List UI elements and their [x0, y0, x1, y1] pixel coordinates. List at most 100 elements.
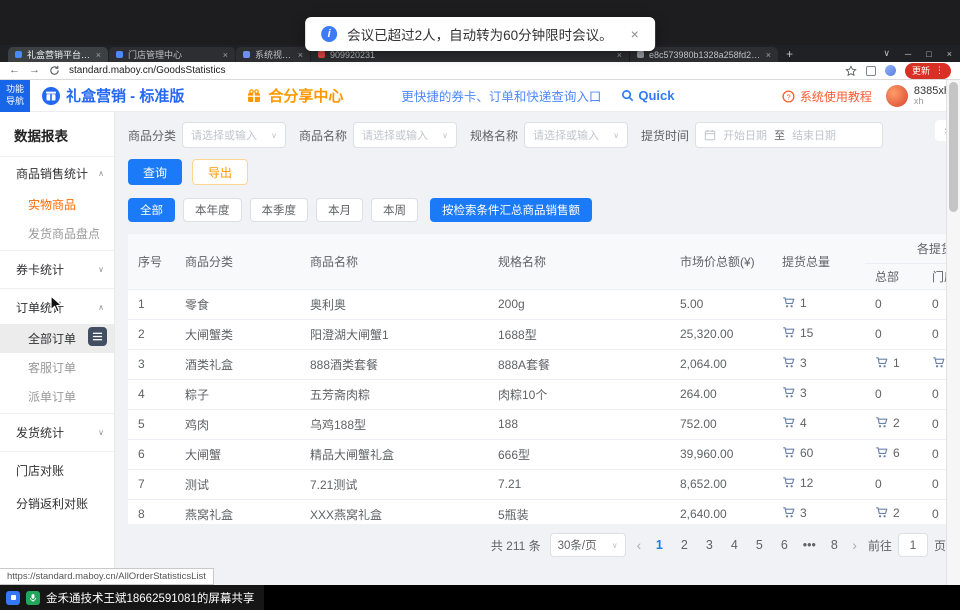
- tab-search-icon[interactable]: ∨: [883, 48, 890, 59]
- prev-page-button[interactable]: ‹: [635, 537, 644, 553]
- maximize-button[interactable]: □: [926, 49, 931, 59]
- scrollbar-thumb[interactable]: [949, 82, 958, 212]
- goto-page-input[interactable]: [898, 533, 928, 557]
- cart-icon[interactable]: [875, 506, 888, 519]
- export-button[interactable]: 导出: [192, 159, 248, 185]
- cart-icon[interactable]: [782, 446, 795, 459]
- cart-icon[interactable]: [782, 506, 795, 519]
- close-button[interactable]: ×: [947, 49, 952, 59]
- quick-filter-button[interactable]: 全部: [128, 198, 175, 222]
- toast-close-icon[interactable]: ×: [631, 26, 639, 42]
- user-menu[interactable]: 8385xh xh: [886, 85, 950, 107]
- sidebar-group-商品销售统计[interactable]: 商品销售统计∧: [0, 157, 114, 190]
- table-cell: 5瓶装: [488, 499, 670, 524]
- page-number[interactable]: 2: [677, 538, 691, 552]
- pickup-qty-cell: 0: [922, 499, 946, 524]
- minimize-button[interactable]: ─: [905, 49, 911, 59]
- next-page-button[interactable]: ›: [850, 537, 859, 553]
- quick-filter-button[interactable]: 本周: [371, 198, 418, 222]
- page-number[interactable]: 3: [702, 538, 716, 552]
- browser-tab[interactable]: 系统视频学习×: [236, 47, 310, 62]
- forward-button[interactable]: →: [29, 65, 40, 76]
- page-number[interactable]: 6: [777, 538, 791, 552]
- reload-button[interactable]: [49, 65, 60, 76]
- sidebar-group-分销返利对账[interactable]: 分销返利对账: [0, 487, 114, 520]
- gift-icon: [246, 88, 262, 104]
- pickup-qty-cell: 0: [922, 379, 946, 409]
- cart-icon[interactable]: [782, 296, 795, 309]
- table-cell: 200g: [488, 289, 670, 319]
- sidebar-group-券卡统计[interactable]: 券卡统计∨: [0, 253, 114, 286]
- tutorial-link[interactable]: ? 系统使用教程: [782, 88, 872, 105]
- cart-icon[interactable]: [782, 356, 795, 369]
- cart-icon[interactable]: [782, 386, 795, 399]
- page-number[interactable]: 1: [652, 538, 666, 552]
- filter-select-商品名称[interactable]: 请选择或输入∨: [353, 122, 457, 148]
- cart-icon[interactable]: [875, 356, 888, 369]
- cart-icon[interactable]: [932, 356, 945, 369]
- tab-close-icon[interactable]: ×: [96, 50, 101, 60]
- sidebar-title: 数据报表: [0, 112, 114, 157]
- table-cell: 五芳斋肉粽: [300, 379, 488, 409]
- page-size-select[interactable]: 30条/页 ∨: [550, 533, 626, 557]
- bookmark-star-icon[interactable]: [845, 65, 857, 77]
- cart-icon[interactable]: [782, 326, 795, 339]
- quick-filter-button[interactable]: 本年度: [183, 198, 242, 222]
- sub-col-header: 门店: [922, 263, 946, 289]
- quick-filter-button[interactable]: 本月: [316, 198, 363, 222]
- page-number[interactable]: 4: [727, 538, 741, 552]
- quick-search-link[interactable]: Quick: [621, 88, 674, 103]
- page-number[interactable]: 5: [752, 538, 766, 552]
- function-nav-line1: 功能: [6, 84, 24, 95]
- table-row: 7测试7.21测试7.218,652.001200: [128, 469, 946, 499]
- share-center-link[interactable]: 合分享中心: [246, 85, 343, 106]
- tab-close-icon[interactable]: ×: [617, 50, 622, 60]
- profile-avatar[interactable]: [885, 65, 896, 76]
- sidebar-item-发货商品盘点[interactable]: 发货商品盘点: [0, 219, 114, 248]
- filter-select-商品分类[interactable]: 请选择或输入∨: [182, 122, 286, 148]
- browser-tab[interactable]: 门店管理中心×: [109, 47, 235, 62]
- app-body: 数据报表 商品销售统计∧实物商品发货商品盘点券卡统计∨订单统计∧全部订单客服订单…: [0, 112, 960, 585]
- browser-tab[interactable]: 礼盒营销平台管理中心×: [8, 47, 108, 62]
- sidebar-group-门店对账[interactable]: 门店对账: [0, 454, 114, 487]
- update-chip[interactable]: 更新 ⋮: [905, 63, 951, 79]
- date-range-picker[interactable]: 开始日期 至 结束日期: [695, 122, 883, 148]
- sidebar-item-实物商品[interactable]: 实物商品: [0, 190, 114, 219]
- new-tab-button[interactable]: +: [786, 47, 793, 62]
- filter-select-规格名称[interactable]: 请选择或输入∨: [524, 122, 628, 148]
- page-scrollbar[interactable]: [946, 80, 960, 585]
- tab-close-icon[interactable]: ×: [766, 50, 771, 60]
- back-button[interactable]: ←: [9, 65, 20, 76]
- sidebar-item-客服订单[interactable]: 客服订单: [0, 353, 114, 382]
- sidebar: 数据报表 商品销售统计∧实物商品发货商品盘点券卡统计∨订单统计∧全部订单客服订单…: [0, 112, 115, 585]
- tab-close-icon[interactable]: ×: [298, 50, 303, 60]
- col-header: 商品分类: [175, 234, 300, 289]
- summary-button[interactable]: 按检索条件汇总商品销售额: [430, 198, 592, 222]
- function-nav-tab[interactable]: 功能 导航: [0, 80, 30, 112]
- query-button[interactable]: 查询: [128, 159, 182, 185]
- menu-dots-icon[interactable]: ⋮: [935, 65, 944, 76]
- page-size-value: 30条/页: [558, 537, 597, 553]
- date-filter-label: 提货时间: [641, 127, 689, 144]
- sidebar-toggle[interactable]: [88, 327, 107, 346]
- sidebar-item-派单订单[interactable]: 派单订单: [0, 382, 114, 411]
- cart-icon[interactable]: [782, 416, 795, 429]
- col-header: 商品名称: [300, 234, 488, 289]
- url-field[interactable]: standard.maboy.cn/GoodsStatistics: [69, 65, 836, 76]
- table-cell: 7.21测试: [300, 469, 488, 499]
- tab-close-icon[interactable]: ×: [223, 50, 228, 60]
- meeting-app-icon: [6, 591, 20, 605]
- page-ellipsis[interactable]: •••: [802, 538, 816, 552]
- quick-filter-button[interactable]: 本季度: [250, 198, 309, 222]
- col-header: 规格名称: [488, 234, 670, 289]
- cart-icon[interactable]: [875, 446, 888, 459]
- table-row: 2大闸蟹类阳澄湖大闸蟹11688型25,320.001500: [128, 319, 946, 349]
- cart-icon[interactable]: [875, 416, 888, 429]
- function-nav-line2: 导航: [6, 96, 24, 107]
- sidebar-group-订单统计[interactable]: 订单统计∧: [0, 291, 114, 324]
- cart-icon[interactable]: [782, 476, 795, 489]
- page-number[interactable]: 8: [827, 538, 841, 552]
- extensions-icon[interactable]: [866, 66, 876, 76]
- table-cell: 666型: [488, 439, 670, 469]
- sidebar-group-发货统计[interactable]: 发货统计∨: [0, 416, 114, 449]
